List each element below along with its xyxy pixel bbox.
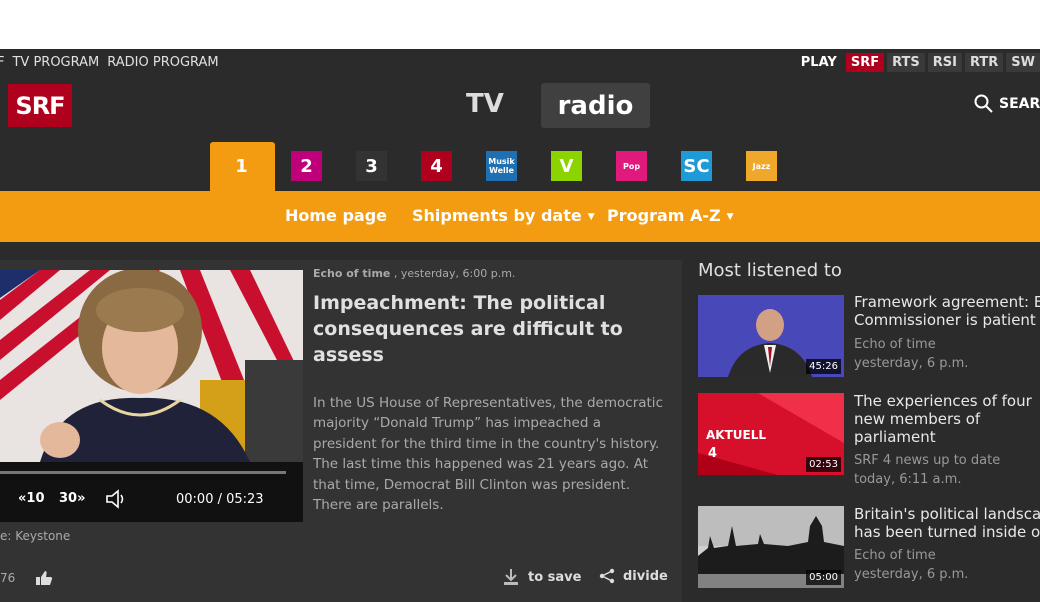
srf2-kultur-icon[interactable]: 2 <box>291 151 322 181</box>
musikwelle-icon[interactable]: Musik Welle <box>486 151 517 181</box>
virus-icon[interactable]: V <box>551 151 582 181</box>
most-listened-title-2[interactable]: The experiences of four new members of par… <box>854 392 1040 446</box>
unit-rts[interactable]: RTS <box>887 52 925 72</box>
item-show: Echo of time <box>854 548 936 563</box>
search-icon <box>974 94 993 113</box>
rewind-button[interactable]: «10 <box>18 491 45 506</box>
article-body: In the US House of Representatives, the … <box>313 395 663 514</box>
rewind-seconds: 10 <box>26 491 45 506</box>
srf-logo[interactable]: SRF <box>8 84 72 127</box>
radio-tab[interactable]: radio <box>541 83 650 128</box>
subnav-shipments[interactable]: Shipments by date ▼ <box>412 206 595 225</box>
title-line: Commissioner is patient <box>854 311 1036 329</box>
most-listened-meta-3: Echo of time yesterday, 6 p.m. <box>854 546 968 584</box>
audio-player[interactable] <box>0 270 303 522</box>
article-time: , yesterday, 6:00 p.m. <box>390 267 516 280</box>
caret-down-icon: ▼ <box>726 211 734 222</box>
save-button[interactable]: to save <box>502 568 581 586</box>
caret-down-icon: ▼ <box>587 211 595 222</box>
unit-rtr[interactable]: RTR <box>964 52 1004 72</box>
srf4-news-icon[interactable]: 4 <box>421 151 452 181</box>
duration-badge: 45:26 <box>806 359 841 374</box>
progress-bar[interactable] <box>0 471 286 474</box>
thumbs-up-icon[interactable] <box>35 570 53 586</box>
swiss-jazz-icon[interactable]: Jazz <box>746 151 777 181</box>
top-navigation: F TV PROGRAM RADIO PROGRAM <box>0 52 227 72</box>
share-label: divide <box>623 568 668 584</box>
business-units: PLAY SRF RTS RSI RTR SW <box>801 51 1040 73</box>
item-time: today, 6:11 a.m. <box>854 472 962 487</box>
share-button[interactable]: divide <box>599 568 668 584</box>
article-image <box>0 270 303 462</box>
title-line: The experiences of four <box>854 392 1032 410</box>
title-line: new members of <box>854 410 981 428</box>
title-line: Framework agreement: E <box>854 293 1040 311</box>
thumb-text: AKTUELL <box>706 428 766 442</box>
most-listened-thumb-2[interactable]: AKTUELL 4 02:53 <box>698 393 844 475</box>
volume-icon <box>106 489 124 509</box>
radio-program-link[interactable]: RADIO PROGRAM <box>107 55 218 70</box>
share-icon <box>599 568 615 584</box>
subnav-program-label: Program A-Z <box>607 206 721 225</box>
like-group: 76 <box>0 570 53 586</box>
unit-swi[interactable]: SW <box>1006 52 1040 72</box>
title-line: has been turned inside ou <box>854 523 1040 541</box>
article-show[interactable]: Echo of time <box>313 267 390 280</box>
title-line: Britain's political landscap <box>854 505 1040 523</box>
download-icon <box>504 569 518 585</box>
search-label: SEARC <box>999 95 1040 112</box>
subnav-home[interactable]: Home page <box>285 206 387 225</box>
topnav-cut-item[interactable]: F <box>0 55 4 70</box>
browser-blank-area <box>0 0 1040 49</box>
search-button[interactable]: SEARC <box>974 94 1040 113</box>
subnav-program[interactable]: Program A-Z ▼ <box>607 206 734 225</box>
most-listened-meta-1: Echo of time yesterday, 6 p.m. <box>854 335 968 373</box>
pop-icon[interactable]: Pop <box>616 151 647 181</box>
forward-button[interactable]: 30» <box>59 491 86 506</box>
most-listened-thumb-1[interactable]: 45:26 <box>698 295 844 377</box>
srf1-icon[interactable]: 1 <box>226 151 257 181</box>
like-count: 76 <box>0 571 16 585</box>
tv-program-link[interactable]: TV PROGRAM <box>12 55 99 70</box>
most-listened-title-1[interactable]: Framework agreement: E Commissioner is pa… <box>854 293 1040 329</box>
tv-tab[interactable]: TV <box>466 89 504 119</box>
unit-rsi[interactable]: RSI <box>927 52 962 72</box>
play-label: PLAY <box>800 54 837 70</box>
most-listened-thumb-3[interactable]: 05:00 <box>698 506 844 588</box>
item-show: Echo of time <box>854 337 936 352</box>
duration-badge: 02:53 <box>806 457 841 472</box>
item-show: SRF 4 news up to date <box>854 453 1001 468</box>
article-meta: Echo of time , yesterday, 6:00 p.m. <box>313 267 515 280</box>
page: F TV PROGRAM RADIO PROGRAM PLAY SRF RTS … <box>0 0 1040 602</box>
item-time: yesterday, 6 p.m. <box>854 567 969 582</box>
title-line: parliament <box>854 428 936 446</box>
forward-icon: » <box>77 491 86 506</box>
subnav-shipments-label: Shipments by date <box>412 206 582 225</box>
image-credit: e: Keystone <box>0 529 71 543</box>
player-time: 00:00 / 05:23 <box>176 492 264 507</box>
unit-srf[interactable]: SRF <box>845 52 885 72</box>
most-listened-title: Most listened to <box>698 260 842 281</box>
item-time: yesterday, 6 p.m. <box>854 356 969 371</box>
swiss-classic-icon[interactable]: SC <box>681 151 712 181</box>
article-photo <box>0 270 303 462</box>
article-headline[interactable]: Impeachment: The political consequences … <box>313 290 643 368</box>
volume-button[interactable] <box>105 489 127 513</box>
duration-badge: 05:00 <box>806 570 841 585</box>
subnav-home-label: Home page <box>285 206 388 225</box>
srf3-icon[interactable]: 3 <box>356 151 387 181</box>
most-listened-meta-2: SRF 4 news up to date today, 6:11 a.m. <box>854 451 1000 489</box>
save-label: to save <box>528 569 582 585</box>
forward-seconds: 30 <box>59 491 78 506</box>
svg-text:4: 4 <box>708 446 717 461</box>
most-listened-title-3[interactable]: Britain's political landscap has been tur… <box>854 505 1040 541</box>
